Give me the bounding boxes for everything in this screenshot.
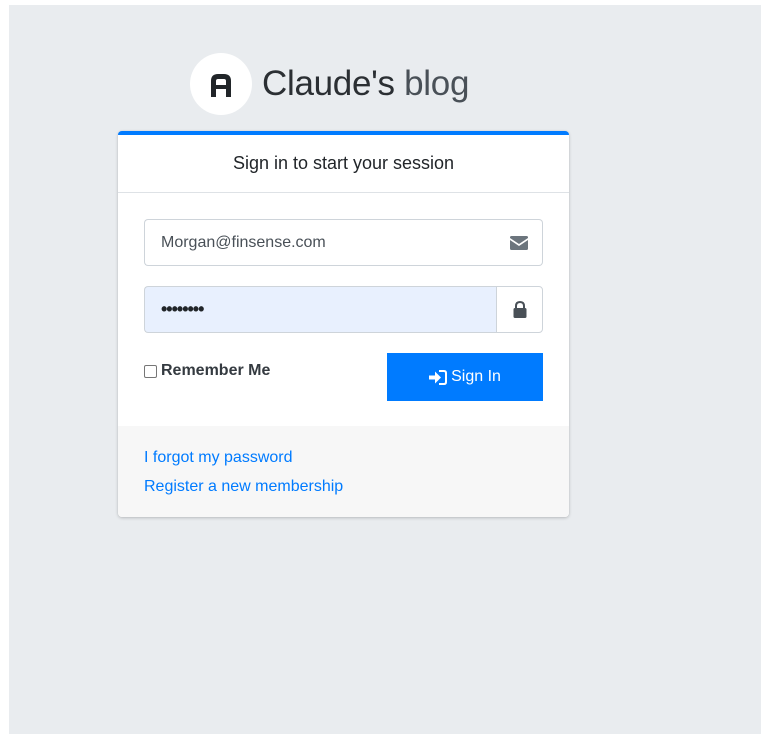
brand-header[interactable]: Claude's blog — [190, 53, 469, 115]
card-footer: I forgot my password Register a new memb… — [118, 426, 569, 517]
sign-in-label: Sign In — [451, 368, 501, 385]
brand-name-light: blog — [404, 64, 470, 103]
brand-name-bold: Claude's — [262, 64, 395, 103]
password-field[interactable]: •••••••• — [144, 286, 496, 333]
password-input-group: •••••••• — [144, 286, 543, 333]
sign-in-button[interactable]: Sign In — [387, 353, 543, 401]
email-value: Morgan@finsense.com — [161, 233, 326, 251]
sign-in-icon — [429, 369, 448, 385]
register-link[interactable]: Register a new membership — [144, 472, 543, 501]
remember-me[interactable]: Remember Me — [144, 362, 270, 380]
password-value: •••••••• — [161, 299, 204, 319]
remember-me-label: Remember Me — [161, 362, 271, 379]
envelope-icon — [496, 219, 543, 266]
login-card: Sign in to start your session Morgan@fin… — [118, 131, 569, 517]
brand-name: Claude's blog — [262, 64, 469, 104]
email-input-group: Morgan@finsense.com — [144, 219, 543, 266]
email-field[interactable]: Morgan@finsense.com — [144, 219, 496, 266]
lock-icon — [496, 286, 543, 333]
forgot-password-link[interactable]: I forgot my password — [144, 443, 543, 472]
login-box-message: Sign in to start your session — [118, 135, 569, 193]
a-logo-icon — [190, 53, 252, 115]
remember-me-checkbox[interactable] — [144, 364, 157, 378]
